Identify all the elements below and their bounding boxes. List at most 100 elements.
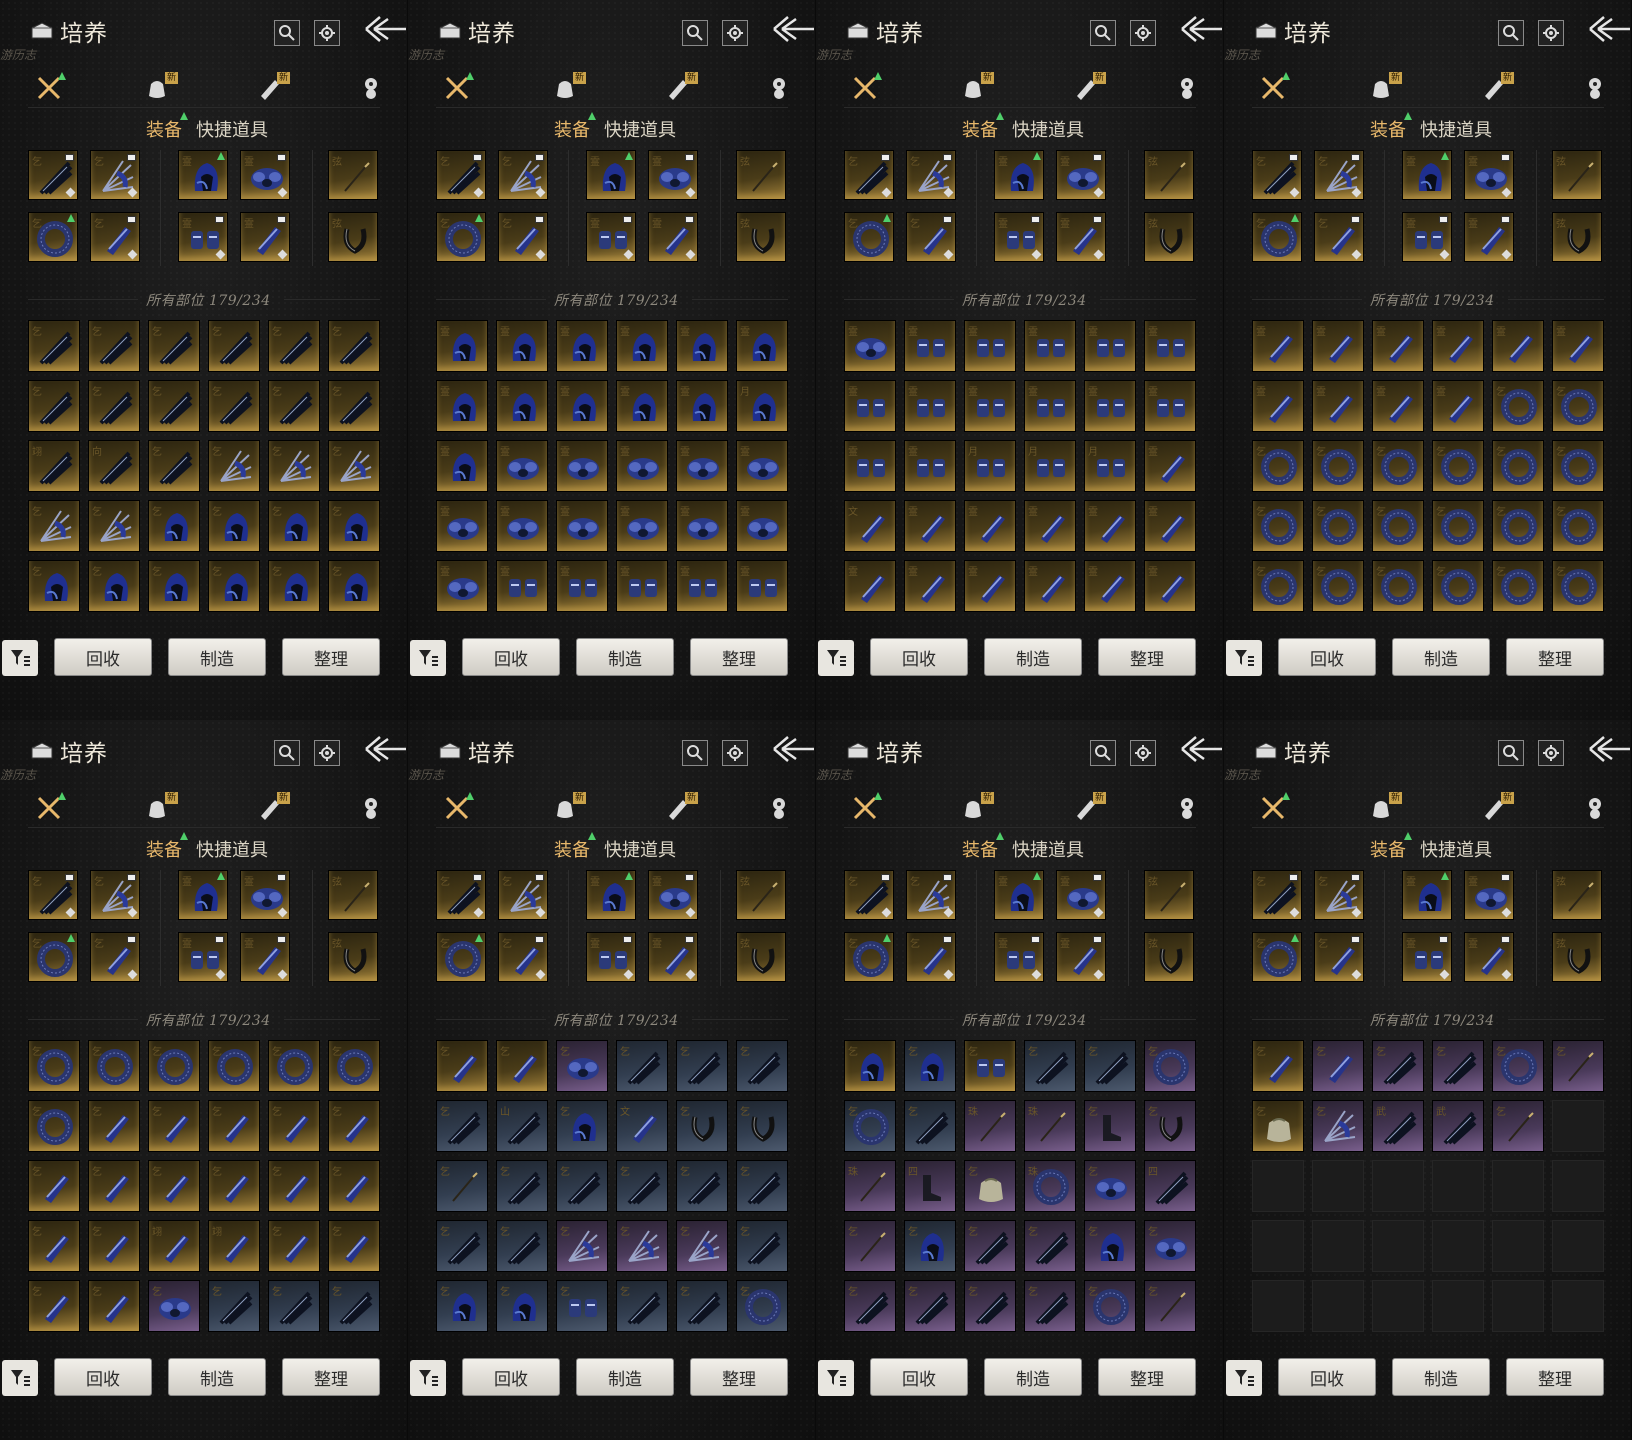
inventory-slot[interactable]: 霊	[616, 380, 668, 432]
item-fan[interactable]: 乞	[616, 1220, 668, 1272]
inventory-slot[interactable]: 乞	[1372, 560, 1424, 612]
item-armor[interactable]: 乞	[1144, 1220, 1196, 1272]
inventory-slot[interactable]: 乞	[268, 1160, 320, 1212]
item-bracer[interactable]: 霊	[1312, 380, 1364, 432]
item-ring[interactable]: 乞	[1312, 560, 1364, 612]
item-hood[interactable]: 霊	[586, 870, 636, 920]
inventory-slot[interactable]: 乞	[88, 1280, 140, 1332]
craft-button[interactable]: 制造	[1392, 1358, 1490, 1396]
equipped-slot[interactable]: 乞	[28, 212, 78, 262]
back-button[interactable]	[1180, 14, 1223, 44]
equipped-slot[interactable]: 乞	[1252, 150, 1302, 200]
item-bracer[interactable]: 霊	[240, 932, 290, 982]
inventory-slot[interactable]: 乞	[88, 1100, 140, 1152]
item-spear[interactable]: 向	[88, 440, 140, 492]
item-bracer[interactable]: 霊	[1312, 320, 1364, 372]
equipped-slot[interactable]: 弦	[736, 212, 786, 262]
inventory-slot[interactable]: 霊	[1084, 500, 1136, 552]
inventory-slot[interactable]: 乞	[1252, 1100, 1304, 1152]
item-gloves[interactable]: 霊	[1024, 320, 1076, 372]
item-ring[interactable]: 乞	[844, 212, 894, 262]
item-spear[interactable]: 乞	[1084, 1040, 1136, 1092]
item-bracer[interactable]: 霊	[1084, 500, 1136, 552]
item-hood[interactable]: 霊	[178, 150, 228, 200]
inventory-slot[interactable]: 乞	[1024, 1040, 1076, 1092]
item-gloves[interactable]: 霊	[1084, 320, 1136, 372]
inventory-slot[interactable]: 霊	[844, 380, 896, 432]
item-boots[interactable]: 四	[904, 1160, 956, 1212]
equipped-slot[interactable]: 霊	[1464, 870, 1514, 920]
inventory-slot[interactable]: 霊	[964, 560, 1016, 612]
item-bracer[interactable]: 文	[844, 500, 896, 552]
item-armor[interactable]: 乞	[556, 1040, 608, 1092]
item-gloves[interactable]: 月	[964, 440, 1016, 492]
equipped-slot[interactable]: 弦	[1144, 932, 1194, 982]
inventory-slot[interactable]: 乞	[208, 500, 260, 552]
inventory-slot[interactable]: 霊	[1144, 320, 1196, 372]
inventory-slot[interactable]: 乞	[556, 1220, 608, 1272]
item-gloves[interactable]: 霊	[844, 440, 896, 492]
back-button[interactable]	[364, 734, 407, 764]
item-fan[interactable]: 乞	[676, 1220, 728, 1272]
inventory-slot[interactable]: 乞	[616, 1040, 668, 1092]
tab-equipment[interactable]	[440, 792, 474, 824]
back-button[interactable]	[1588, 734, 1631, 764]
equipped-slot[interactable]: 乞	[28, 870, 78, 920]
inventory-slot[interactable]: 乞	[1024, 1280, 1076, 1332]
tab-special[interactable]	[354, 72, 388, 104]
item-bracer[interactable]: 霊	[964, 560, 1016, 612]
item-spear[interactable]: 乞	[676, 1160, 728, 1212]
inventory-slot[interactable]: 乞	[676, 1100, 728, 1152]
item-spear[interactable]: 乞	[964, 1280, 1016, 1332]
item-fan[interactable]: 乞	[498, 870, 548, 920]
item-spear[interactable]: 乞	[328, 320, 380, 372]
tab-equipment[interactable]	[32, 72, 66, 104]
item-gloves[interactable]: 霊	[178, 212, 228, 262]
item-bracer[interactable]: 乞	[498, 932, 548, 982]
item-ring[interactable]: 乞	[28, 1040, 80, 1092]
inventory-slot[interactable]: 乞	[1492, 1040, 1544, 1092]
inventory-slot[interactable]: 霊	[616, 560, 668, 612]
item-gloves[interactable]: 霊	[1402, 212, 1452, 262]
item-bracer[interactable]: 霊	[1432, 320, 1484, 372]
item-bracer[interactable]: 霊	[964, 500, 1016, 552]
equipped-slot[interactable]: 乞	[90, 150, 140, 200]
item-pouch[interactable]: 乞	[1252, 1100, 1304, 1152]
equipped-slot[interactable]: 霊	[994, 932, 1044, 982]
inventory-slot[interactable]: 乞	[1084, 1160, 1136, 1212]
subtab-equipment[interactable]: 装备	[554, 112, 596, 142]
inventory-slot[interactable]: 乞	[268, 1040, 320, 1092]
item-fan[interactable]: 乞	[88, 500, 140, 552]
equipped-slot[interactable]: 乞	[844, 870, 894, 920]
inventory-slot[interactable]: 乞	[844, 1100, 896, 1152]
item-hood[interactable]: 乞	[496, 1280, 548, 1332]
inventory-slot[interactable]: 霊	[1144, 380, 1196, 432]
settings-button[interactable]	[1538, 740, 1564, 766]
inventory-slot[interactable]: 乞	[1492, 500, 1544, 552]
recycle-button[interactable]: 回收	[1278, 1358, 1376, 1396]
equipped-slot[interactable]: 弦	[736, 932, 786, 982]
item-gloves[interactable]: 霊	[904, 440, 956, 492]
item-spear[interactable]: 乞	[496, 1160, 548, 1212]
item-fan[interactable]: 乞	[90, 150, 140, 200]
item-gloves[interactable]: 霊	[904, 380, 956, 432]
inventory-slot[interactable]: 霊	[556, 560, 608, 612]
item-bracer[interactable]: 乞	[436, 1040, 488, 1092]
equipped-slot[interactable]: 霊	[178, 150, 228, 200]
item-wand[interactable]: 乞	[1144, 1280, 1196, 1332]
item-spear[interactable]: 乞	[328, 1280, 380, 1332]
inventory-slot[interactable]: 霊	[496, 320, 548, 372]
item-ring[interactable]: 乞	[148, 1040, 200, 1092]
item-spear[interactable]: 乞	[28, 320, 80, 372]
tab-equipment[interactable]	[1256, 72, 1290, 104]
item-fan[interactable]: 乞	[328, 440, 380, 492]
item-fan[interactable]: 乞	[906, 870, 956, 920]
item-bracer[interactable]: 霊	[904, 500, 956, 552]
inventory-slot[interactable]: 霊	[1084, 560, 1136, 612]
inventory-slot[interactable]: 霊	[1024, 500, 1076, 552]
inventory-slot[interactable]: 霊	[436, 560, 488, 612]
item-spear[interactable]: 乞	[208, 380, 260, 432]
equipped-slot[interactable]: 弦	[736, 150, 786, 200]
item-ring[interactable]: 乞	[436, 932, 486, 982]
inventory-slot[interactable]: 乞	[208, 1280, 260, 1332]
